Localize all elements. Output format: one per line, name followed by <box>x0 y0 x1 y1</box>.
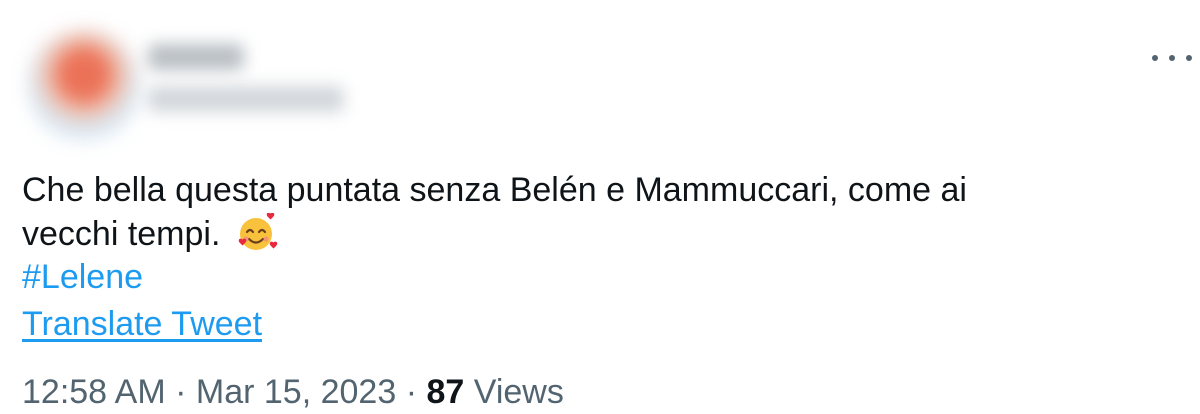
dot-icon <box>1169 55 1175 61</box>
tweet-text-line-2: vecchi tempi. <box>22 212 1162 256</box>
meta-separator: · <box>405 373 418 411</box>
translate-tweet-link[interactable]: Translate Tweet <box>22 302 262 346</box>
tweet-text-line-1: Che bella questa puntata senza Belén e M… <box>22 171 967 209</box>
tweet-time[interactable]: 12:58 AM <box>22 373 166 411</box>
dot-icon <box>1186 55 1192 61</box>
smiling-face-with-hearts-icon <box>238 213 278 250</box>
hashtag-link[interactable]: #Lelene <box>22 255 143 299</box>
dot-icon <box>1152 55 1158 61</box>
tweet-metadata: 12:58 AM · Mar 15, 2023 · 87 Views <box>22 370 564 414</box>
avatar[interactable] <box>28 30 140 142</box>
tweet: Che bella questa puntata senza Belén e M… <box>0 0 1200 414</box>
tweet-text: Che bella questa puntata senza Belén e M… <box>22 168 1162 256</box>
more-options-icon[interactable] <box>1152 46 1192 70</box>
tweet-text-line-2-content: vecchi tempi. <box>22 215 221 253</box>
views-count[interactable]: 87 <box>426 373 464 411</box>
meta-separator: · <box>175 373 187 411</box>
views-label: Views <box>473 373 564 411</box>
author-name-blurred[interactable] <box>148 44 244 70</box>
author-handle-blurred <box>148 86 344 112</box>
tweet-date[interactable]: Mar 15, 2023 <box>196 373 396 411</box>
